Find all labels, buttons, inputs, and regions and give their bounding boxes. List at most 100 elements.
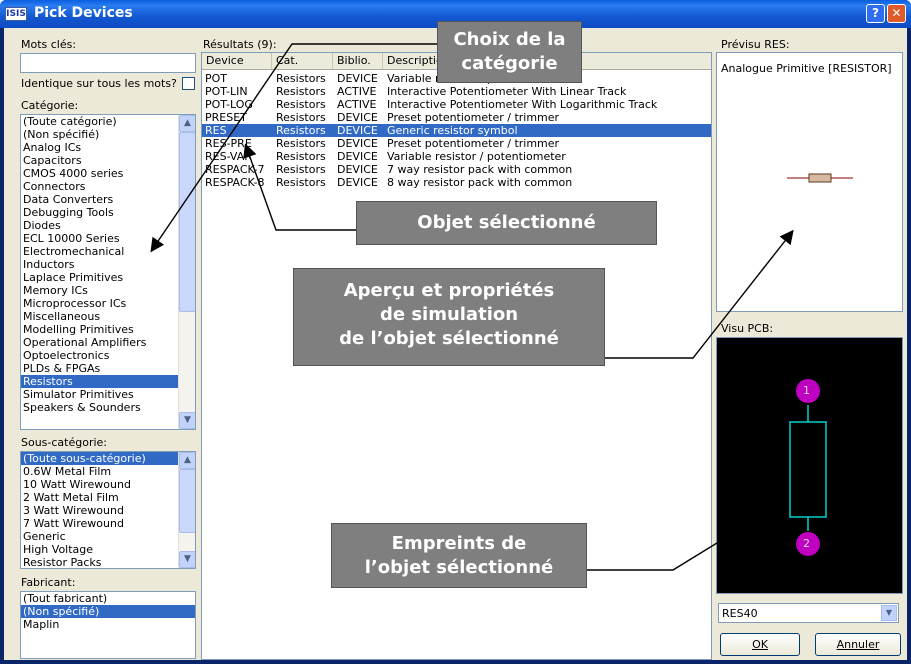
help-button[interactable]: ? bbox=[866, 4, 885, 23]
callout-preview-line1: Aperçu et propriétés bbox=[343, 280, 555, 301]
category-item[interactable]: Resistors bbox=[21, 375, 195, 388]
result-row[interactable]: RESPACK-8 Resistors DEVICE 8 way resistor p… bbox=[202, 176, 711, 189]
scroll-thumb[interactable] bbox=[179, 469, 195, 533]
column-header-device[interactable]: Device bbox=[202, 53, 272, 69]
category-item[interactable]: Optoelectronics bbox=[21, 349, 195, 362]
result-cell-desc: Preset potentiometer / trimmer bbox=[387, 111, 560, 124]
result-cell-cat: Resistors bbox=[276, 72, 326, 85]
category-item[interactable]: PLDs & FPGAs bbox=[21, 362, 195, 375]
category-item[interactable]: Connectors bbox=[21, 180, 195, 193]
ok-button[interactable]: OK bbox=[720, 633, 800, 656]
category-item[interactable]: Simulator Primitives bbox=[21, 388, 195, 401]
callout-preview-line2: de simulation bbox=[379, 304, 519, 325]
result-cell-device: RES bbox=[205, 124, 227, 137]
category-item[interactable]: Debugging Tools bbox=[21, 206, 195, 219]
keywords-input[interactable] bbox=[20, 53, 196, 73]
result-cell-cat: Resistors bbox=[276, 98, 326, 111]
category-item[interactable]: CMOS 4000 series bbox=[21, 167, 195, 180]
category-item[interactable]: Operational Amplifiers bbox=[21, 336, 195, 349]
callout-selected-object: Objet sélectionné bbox=[356, 201, 657, 245]
category-item[interactable]: Modelling Primitives bbox=[21, 323, 195, 336]
subcategory-scrollbar[interactable]: ▲ ▼ bbox=[178, 452, 195, 568]
window-title: Pick Devices bbox=[34, 5, 133, 21]
column-header-category[interactable]: Cat. bbox=[272, 53, 333, 69]
result-cell-desc: 7 way resistor pack with common bbox=[387, 163, 573, 176]
manufacturer-list[interactable]: (Tout fabricant) (Non spécifié) Maplin bbox=[20, 591, 196, 659]
result-cell-lib: DEVICE bbox=[337, 72, 378, 85]
subcategory-item[interactable]: Resistor Packs bbox=[21, 556, 195, 568]
category-item[interactable]: Inductors bbox=[21, 258, 195, 271]
category-item[interactable]: Miscellaneous bbox=[21, 310, 195, 323]
result-cell-lib: ACTIVE bbox=[337, 85, 377, 98]
result-cell-lib: ACTIVE bbox=[337, 98, 377, 111]
result-cell-cat: Resistors bbox=[276, 111, 326, 124]
result-cell-lib: DEVICE bbox=[337, 176, 378, 189]
result-row[interactable]: POT-LOG Resistors ACTIVE Interactive Potent… bbox=[202, 98, 711, 111]
category-item[interactable]: Data Converters bbox=[21, 193, 195, 206]
callout-preview-line3: de l’objet sélectionné bbox=[339, 328, 559, 349]
result-cell-lib: DEVICE bbox=[337, 150, 378, 163]
callout-preview-simulation: Aperçu et propriétés de simulation de l’… bbox=[293, 268, 605, 366]
subcategory-item[interactable]: 10 Watt Wirewound bbox=[21, 478, 195, 491]
category-item[interactable]: Capacitors bbox=[21, 154, 195, 167]
subcategory-list[interactable]: (Toute sous-catégorie) 0.6W Metal Film 10 … bbox=[20, 451, 196, 569]
subcategory-item[interactable]: (Toute sous-catégorie) bbox=[21, 452, 195, 465]
manufacturer-item[interactable]: (Non spécifié) bbox=[21, 605, 195, 618]
category-item[interactable]: Analog ICs bbox=[21, 141, 195, 154]
result-cell-lib: DEVICE bbox=[337, 137, 378, 150]
category-item[interactable]: Diodes bbox=[21, 219, 195, 232]
result-cell-device: POT-LOG bbox=[205, 98, 253, 111]
close-button[interactable]: ✕ bbox=[887, 4, 906, 23]
category-scrollbar[interactable]: ▲ ▼ bbox=[178, 115, 195, 429]
cancel-label: Annuler bbox=[836, 638, 880, 651]
result-cell-device: RES-VAR bbox=[205, 150, 252, 163]
cancel-button[interactable]: Annuler bbox=[815, 633, 901, 656]
match-all-words-checkbox[interactable] bbox=[182, 77, 195, 90]
category-item[interactable]: (Toute catégorie) bbox=[21, 115, 195, 128]
pcb-label: Visu PCB: bbox=[721, 322, 774, 335]
category-item[interactable]: Electromechanical bbox=[21, 245, 195, 258]
result-cell-desc: Variable resistor / potentiometer bbox=[387, 150, 566, 163]
preview-model-text: Analogue Primitive [RESISTOR] bbox=[721, 62, 892, 75]
preview-label: Prévisu RES: bbox=[721, 38, 790, 51]
subcategory-item[interactable]: High Voltage bbox=[21, 543, 195, 556]
result-cell-desc: Preset potentiometer / trimmer bbox=[387, 137, 560, 150]
column-header-library[interactable]: Biblio. bbox=[333, 53, 383, 69]
result-row[interactable]: POT-LIN Resistors ACTIVE Interactive Potent… bbox=[202, 85, 711, 98]
result-cell-cat: Resistors bbox=[276, 137, 326, 150]
subcategory-item[interactable]: 2 Watt Metal Film bbox=[21, 491, 195, 504]
category-item[interactable]: Speakers & Sounders bbox=[21, 401, 195, 414]
callout-footprint-line2: l’objet sélectionné bbox=[364, 557, 554, 578]
result-cell-desc: Interactive Potentiometer With Logarithm… bbox=[387, 98, 658, 111]
scroll-down-icon[interactable]: ▼ bbox=[179, 551, 195, 568]
subcategory-item[interactable]: Generic bbox=[21, 530, 195, 543]
manufacturer-item[interactable]: (Tout fabricant) bbox=[21, 592, 195, 605]
manufacturer-item[interactable]: Maplin bbox=[21, 618, 195, 631]
chevron-down-icon[interactable]: ▼ bbox=[881, 605, 897, 621]
category-item[interactable]: Microprocessor ICs bbox=[21, 297, 195, 310]
category-item[interactable]: Laplace Primitives bbox=[21, 271, 195, 284]
footprint-select[interactable]: RES40 ▼ bbox=[718, 603, 899, 623]
manufacturer-label: Fabricant: bbox=[21, 576, 76, 589]
callout-category-choice: Choix de la catégorie bbox=[437, 21, 582, 83]
result-row[interactable]: RESPACK-7 Resistors DEVICE 7 way resistor p… bbox=[202, 163, 711, 176]
scroll-down-icon[interactable]: ▼ bbox=[179, 412, 195, 429]
category-item[interactable]: Memory ICs bbox=[21, 284, 195, 297]
category-list[interactable]: (Toute catégorie) (Non spécifié) Analog IC… bbox=[20, 114, 196, 430]
category-item[interactable]: (Non spécifié) bbox=[21, 128, 195, 141]
subcategory-item[interactable]: 3 Watt Wirewound bbox=[21, 504, 195, 517]
result-row[interactable]: RES-PRE Resistors DEVICE Preset potentiomet… bbox=[202, 137, 711, 150]
pad-1-label: 1 bbox=[803, 384, 810, 397]
subcategory-item[interactable]: 7 Watt Wirewound bbox=[21, 517, 195, 530]
result-row[interactable]: PRESET Resistors DEVICE Preset potentiomete… bbox=[202, 111, 711, 124]
result-cell-device: POT bbox=[205, 72, 228, 85]
scroll-up-icon[interactable]: ▲ bbox=[179, 452, 195, 469]
result-cell-desc: 8 way resistor pack with common bbox=[387, 176, 573, 189]
category-item[interactable]: ECL 10000 Series bbox=[21, 232, 195, 245]
result-row[interactable]: RES-VAR Resistors DEVICE Variable resistor … bbox=[202, 150, 711, 163]
scroll-thumb[interactable] bbox=[179, 132, 195, 312]
scroll-up-icon[interactable]: ▲ bbox=[179, 115, 195, 132]
subcategory-item[interactable]: 0.6W Metal Film bbox=[21, 465, 195, 478]
results-label: Résultats (9): bbox=[203, 38, 277, 51]
result-row[interactable]: RES Resistors DEVICE Generic resistor symbo… bbox=[202, 124, 711, 137]
